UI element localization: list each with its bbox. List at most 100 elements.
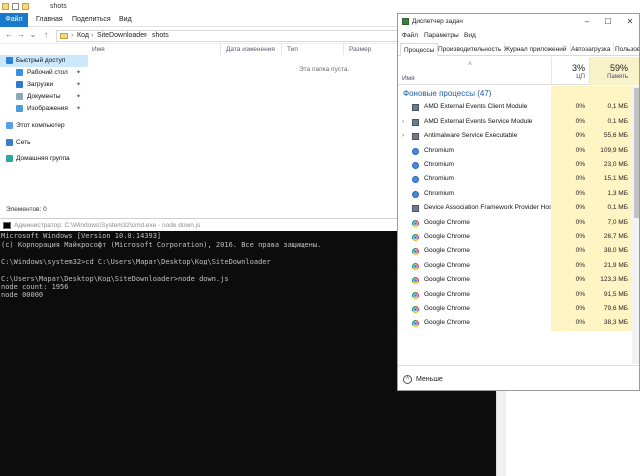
process-row[interactable]: Chromium 0% 109,9 МБ — [398, 143, 639, 158]
breadcrumb-item[interactable]: SiteDownloader — [97, 32, 146, 39]
computer-icon — [6, 122, 13, 129]
task-manager-tabs: Процессы Производительность Журнал прило… — [398, 43, 639, 56]
process-row[interactable]: Google Chrome 0% 91,5 МБ — [398, 287, 639, 302]
process-row[interactable]: Google Chrome 0% 123,3 МБ — [398, 273, 639, 288]
column-date-modified[interactable]: Дата изменения — [226, 46, 275, 53]
pin-icon[interactable]: ✦ — [76, 93, 81, 100]
process-cpu: 0% — [551, 258, 589, 274]
process-row[interactable]: Google Chrome 0% 79,6 МБ — [398, 302, 639, 317]
expand-chevron-icon[interactable]: › — [402, 129, 404, 143]
empty-folder-message: Эта папка пуста. — [299, 66, 350, 73]
pin-icon[interactable]: ✦ — [76, 105, 81, 112]
breadcrumb-separator: › — [91, 32, 94, 39]
tab-home[interactable]: Главная — [36, 13, 63, 27]
process-row[interactable]: Google Chrome 0% 26,7 МБ — [398, 230, 639, 245]
process-cpu: 0% — [551, 287, 589, 302]
nav-item-downloads[interactable]: Загрузки ✦ — [0, 79, 88, 91]
chromium-icon — [412, 147, 419, 155]
group-title: Фоновые процессы (47) — [403, 89, 492, 98]
pin-icon[interactable]: ✦ — [76, 81, 81, 88]
column-name[interactable]: Имя — [402, 75, 415, 82]
desktop-area — [506, 391, 640, 476]
back-icon[interactable]: ← — [4, 30, 14, 40]
nav-item-pictures[interactable]: Изображения ✦ — [0, 103, 88, 115]
nav-item-network[interactable]: Сеть — [0, 137, 88, 149]
scrollbar-thumb[interactable] — [634, 88, 639, 218]
tab-app-history[interactable]: Журнал приложений — [501, 43, 571, 56]
status-bar: Элементов: 0 — [6, 206, 47, 213]
expand-chevron-icon[interactable]: › — [402, 115, 404, 129]
cmd-icon — [3, 222, 11, 229]
column-cpu[interactable]: 3% ЦП — [551, 57, 589, 85]
chevron-up-icon[interactable]: ˄ — [403, 375, 412, 384]
sort-arrow-icon: ˄ — [468, 61, 473, 68]
minimize-icon[interactable]: – — [580, 15, 594, 28]
properties-icon[interactable] — [12, 3, 19, 10]
pin-icon[interactable]: ✦ — [76, 69, 81, 76]
chromium-icon — [412, 190, 419, 198]
nav-item-homegroup[interactable]: Домашняя группа — [0, 153, 88, 165]
quick-access-toolbar — [2, 3, 29, 10]
tab-startup[interactable]: Автозагрузка — [568, 43, 615, 56]
column-separator[interactable] — [281, 44, 282, 55]
tab-processes[interactable]: Процессы — [400, 43, 439, 56]
tab-share[interactable]: Поделиться — [72, 13, 111, 27]
task-manager-title: Диспетчер задач — [412, 18, 463, 25]
process-row[interactable]: › Antimalware Service Executable 0% 55,6 МБ — [398, 129, 639, 144]
column-memory[interactable]: 59% Память — [589, 57, 639, 85]
tab-view[interactable]: Вид — [119, 13, 132, 27]
process-name: Chromium — [424, 189, 454, 197]
nav-item-label: Сеть — [16, 139, 31, 146]
new-folder-icon[interactable] — [22, 3, 29, 10]
breadcrumb-item[interactable]: Код — [77, 32, 89, 39]
menu-view[interactable]: Вид — [464, 32, 476, 39]
task-manager-titlebar: Диспетчер задач – ☐ ✕ — [398, 14, 639, 30]
up-icon[interactable]: ↑ — [41, 30, 51, 40]
menu-bar: Файл Параметры Вид — [398, 30, 639, 42]
process-row[interactable]: Google Chrome 0% 21,9 МБ — [398, 258, 639, 274]
star-icon — [6, 57, 13, 64]
process-row[interactable]: Google Chrome 0% 7,0 МБ — [398, 215, 639, 230]
chrome-icon — [412, 320, 419, 328]
breadcrumb-item[interactable]: shots — [152, 32, 169, 39]
console-title: Администратор: C:\Windows\System32\cmd.e… — [14, 222, 201, 229]
process-list-scrollbar[interactable] — [632, 86, 639, 364]
column-separator[interactable] — [343, 44, 344, 55]
process-row[interactable]: › AMD External Events Service Module 0% 0,1… — [398, 114, 639, 130]
close-icon[interactable]: ✕ — [623, 15, 637, 28]
forward-icon[interactable]: → — [16, 30, 26, 40]
process-row[interactable]: Device Association Framework Provider Ho… — [398, 201, 639, 216]
process-row[interactable]: Google Chrome 0% 38,0 МБ — [398, 244, 639, 259]
process-cpu: 0% — [551, 302, 589, 317]
process-list: Фоновые процессы (47) AMD External Event… — [398, 86, 639, 364]
menu-file[interactable]: Файл — [402, 32, 418, 39]
nav-item-label: Быстрый доступ — [16, 57, 66, 64]
tab-performance[interactable]: Производительность — [435, 43, 506, 56]
nav-item-documents[interactable]: Документы ✦ — [0, 91, 88, 103]
process-name: Google Chrome — [424, 290, 470, 298]
process-row[interactable]: Chromium 0% 15,1 МБ — [398, 172, 639, 187]
nav-item-this-pc[interactable]: Этот компьютер — [0, 120, 88, 132]
menu-options[interactable]: Параметры — [424, 32, 459, 39]
column-type[interactable]: Тип — [287, 46, 298, 53]
process-row[interactable]: Google Chrome 0% 38,3 МБ — [398, 316, 639, 331]
memory-total: 59% — [609, 63, 628, 73]
column-name[interactable]: Имя — [92, 46, 105, 53]
tab-file[interactable]: Файл — [0, 13, 28, 27]
nav-item-quick-access[interactable]: Быстрый доступ — [0, 55, 88, 67]
recent-chevron-icon[interactable]: ⌄ — [28, 30, 38, 40]
process-row[interactable]: AMD External Events Client Module 0% 0,1 М… — [398, 100, 639, 115]
group-row[interactable]: Фоновые процессы (47) — [398, 86, 639, 101]
column-size[interactable]: Размер — [349, 46, 371, 53]
homegroup-icon — [6, 155, 13, 162]
process-cpu: 0% — [551, 186, 589, 202]
process-row[interactable]: Chromium 0% 1,3 МБ — [398, 186, 639, 202]
address-bar[interactable]: › Код › SiteDownloader › shots — [56, 30, 452, 42]
tab-users[interactable]: Пользовате — [612, 43, 639, 56]
fewer-details-button[interactable]: Меньше — [416, 376, 443, 383]
maximize-icon[interactable]: ☐ — [601, 15, 615, 28]
process-row[interactable]: Chromium 0% 23,0 МБ — [398, 158, 639, 173]
nav-item-label: Этот компьютер — [16, 122, 65, 129]
nav-item-desktop[interactable]: Рабочий стол ✦ — [0, 67, 88, 79]
column-separator[interactable] — [220, 44, 221, 55]
